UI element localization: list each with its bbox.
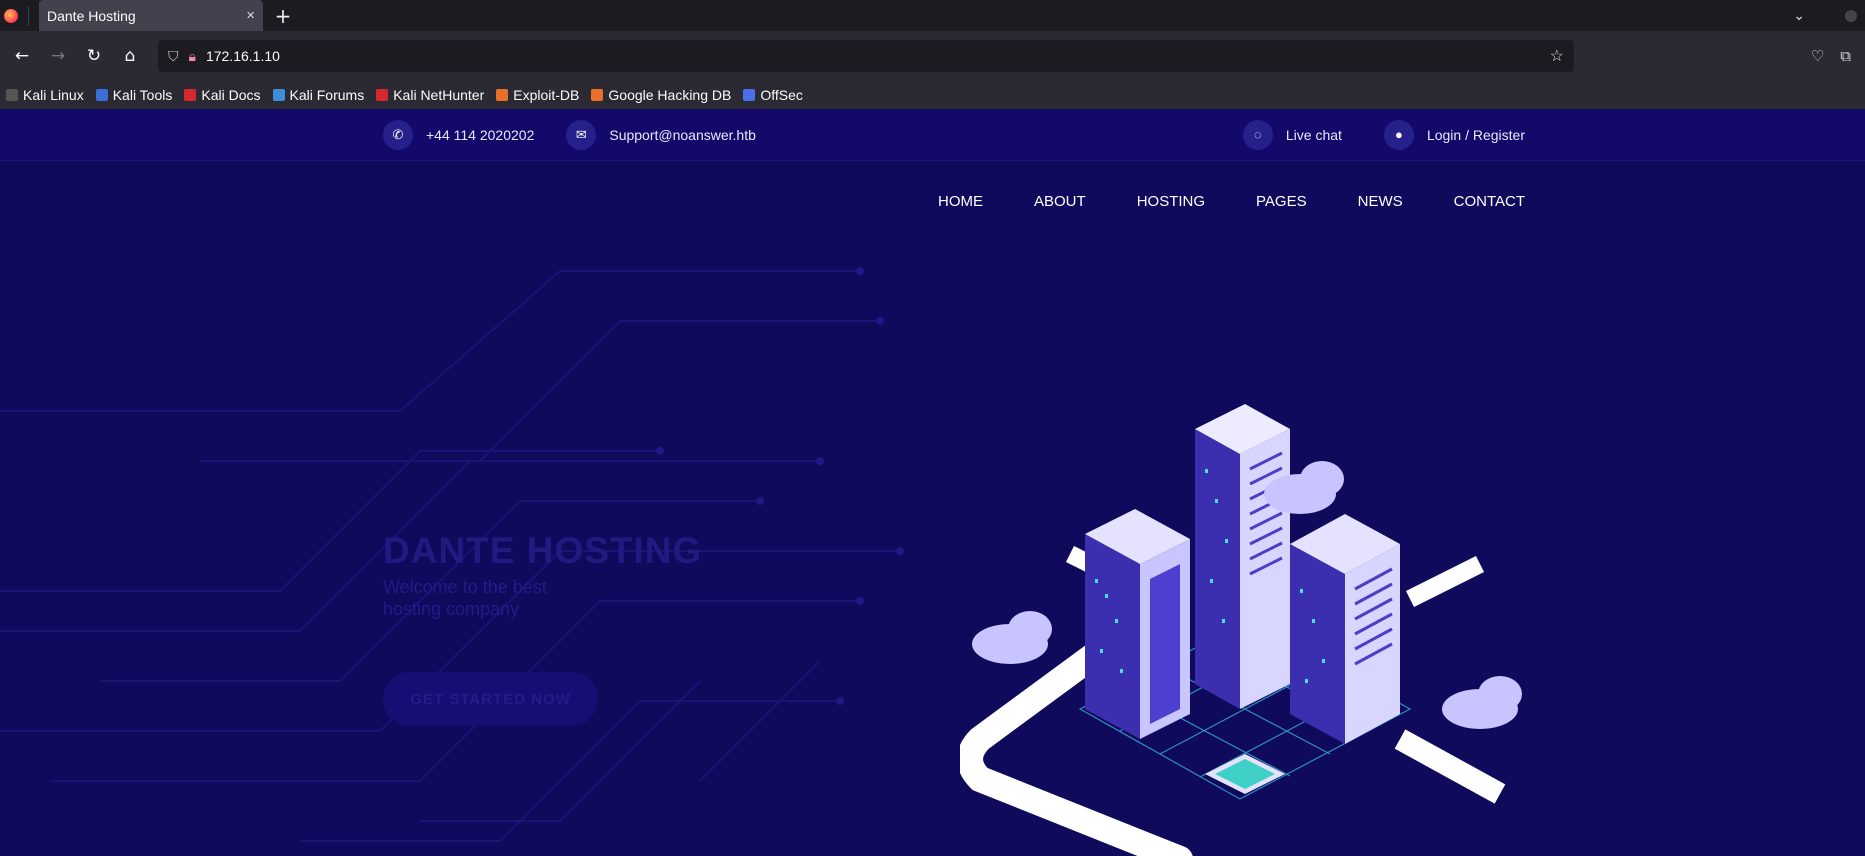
toolbar-right: ♡ ⧉: [1811, 47, 1859, 65]
offsec-icon: [743, 89, 756, 101]
exploit-db-icon: [496, 89, 509, 101]
user-icon: ●: [1383, 119, 1414, 150]
close-icon[interactable]: ×: [246, 7, 255, 24]
hero-title: DANTE HOSTING: [383, 530, 703, 571]
building-right: [1290, 514, 1400, 744]
hero-text: DANTE HOSTING Welcome to the best hostin…: [383, 530, 702, 620]
topbar-right: ◌ Live chat ● Login / Register: [1242, 119, 1525, 150]
bookmark-kali-forums[interactable]: Kali Forums: [272, 87, 364, 103]
live-chat-label: Live chat: [1285, 126, 1342, 143]
kali-docs-icon: [184, 89, 197, 101]
phone-number: +44 114 2020202: [426, 126, 535, 143]
navigation-toolbar: ← → ↻ ⌂ ⛉ 🔒︎ 172.16.1.10 ☆ ♡ ⧉: [0, 31, 1865, 81]
tab-title: Dante Hosting: [47, 7, 136, 24]
home-icon[interactable]: ⌂: [114, 40, 146, 72]
bookmark-kali-linux[interactable]: Kali Linux: [6, 87, 84, 103]
chevron-down-icon[interactable]: ⌄: [1793, 8, 1805, 24]
nav-home[interactable]: HOME: [935, 193, 986, 211]
tab-dante-hosting[interactable]: Dante Hosting ×: [39, 0, 263, 31]
star-icon[interactable]: ☆: [1550, 46, 1564, 66]
email-contact[interactable]: ✉ Support@noanswer.htb: [566, 119, 756, 150]
building-center: [1195, 404, 1290, 709]
kali-forums-icon: [272, 89, 285, 101]
web-page: ✆ +44 114 2020202 ✉ Support@noanswer.htb…: [0, 109, 1865, 856]
road-right-top: [1405, 555, 1485, 608]
nav-pages[interactable]: PAGES: [1256, 193, 1307, 210]
new-tab-button[interactable]: +: [269, 2, 297, 30]
divider: [28, 5, 29, 26]
bookmark-offsec[interactable]: OffSec: [743, 87, 803, 103]
login-register-link[interactable]: ● Login / Register: [1383, 119, 1525, 150]
browser-chrome: Dante Hosting × + ⌄ ← → ↻ ⌂ ⛉ 🔒︎ 172.16.…: [0, 0, 1865, 109]
bookmark-kali-tools[interactable]: Kali Tools: [95, 87, 172, 103]
window-control-icon[interactable]: [1845, 9, 1857, 22]
get-started-button[interactable]: GET STARTED NOW: [383, 672, 598, 726]
nav-contact[interactable]: CONTACT: [1454, 193, 1525, 210]
bookmark-exploit-db[interactable]: Exploit-DB: [496, 87, 579, 103]
google-hacking-db-icon: [591, 89, 604, 101]
building-left: [1085, 509, 1190, 739]
kali-tools-icon: [95, 89, 108, 101]
circuit-background: [0, 267, 904, 842]
shield-icon[interactable]: ⛉: [168, 48, 179, 65]
bookmark-kali-docs[interactable]: Kali Docs: [184, 87, 261, 103]
pad: [1205, 754, 1285, 794]
live-chat-link[interactable]: ◌ Live chat: [1242, 119, 1342, 150]
tab-bar: Dante Hosting × + ⌄: [0, 0, 1865, 31]
phone-contact[interactable]: ✆ +44 114 2020202: [383, 119, 535, 150]
email-address: Support@noanswer.htb: [609, 126, 756, 143]
bookmark-google-hacking-db[interactable]: Google Hacking DB: [591, 87, 731, 103]
lock-icon[interactable]: 🔒︎: [189, 48, 196, 65]
datacenter-illustration: [960, 404, 1522, 856]
nav-news[interactable]: NEWS: [1358, 193, 1403, 210]
envelope-icon: ✉: [566, 119, 597, 150]
kali-nethunter-icon: [376, 89, 389, 101]
bookmarks-bar: Kali Linux Kali Tools Kali Docs Kali For…: [0, 81, 1865, 109]
nav-about[interactable]: ABOUT: [1034, 193, 1086, 210]
forward-icon[interactable]: →: [42, 40, 74, 72]
kali-linux-icon: [6, 89, 18, 101]
tabbar-controls: ⌄: [1793, 8, 1865, 24]
back-icon[interactable]: ←: [6, 40, 38, 72]
url-bar[interactable]: ⛉ 🔒︎ 172.16.1.10 ☆: [158, 40, 1574, 72]
login-register-label: Login / Register: [1426, 126, 1525, 143]
road-right: [1394, 729, 1506, 804]
bookmark-kali-nethunter[interactable]: Kali NetHunter: [376, 87, 484, 103]
nav-hosting[interactable]: HOSTING: [1137, 193, 1205, 210]
contact-topbar: ✆ +44 114 2020202 ✉ Support@noanswer.htb…: [0, 109, 1865, 161]
main-navigation: HOME ABOUT HOSTING PAGES NEWS CONTACT: [935, 193, 1525, 211]
phone-icon: ✆: [383, 119, 413, 150]
extensions-icon[interactable]: ⧉: [1840, 47, 1851, 65]
chat-icon: ◌: [1242, 119, 1273, 150]
hero-subtitle: Welcome to the best hosting company: [383, 577, 547, 619]
pocket-icon[interactable]: ♡: [1811, 47, 1824, 65]
firefox-icon[interactable]: [0, 0, 22, 31]
url-text[interactable]: 172.16.1.10: [206, 48, 1540, 64]
reload-icon[interactable]: ↻: [78, 40, 110, 72]
